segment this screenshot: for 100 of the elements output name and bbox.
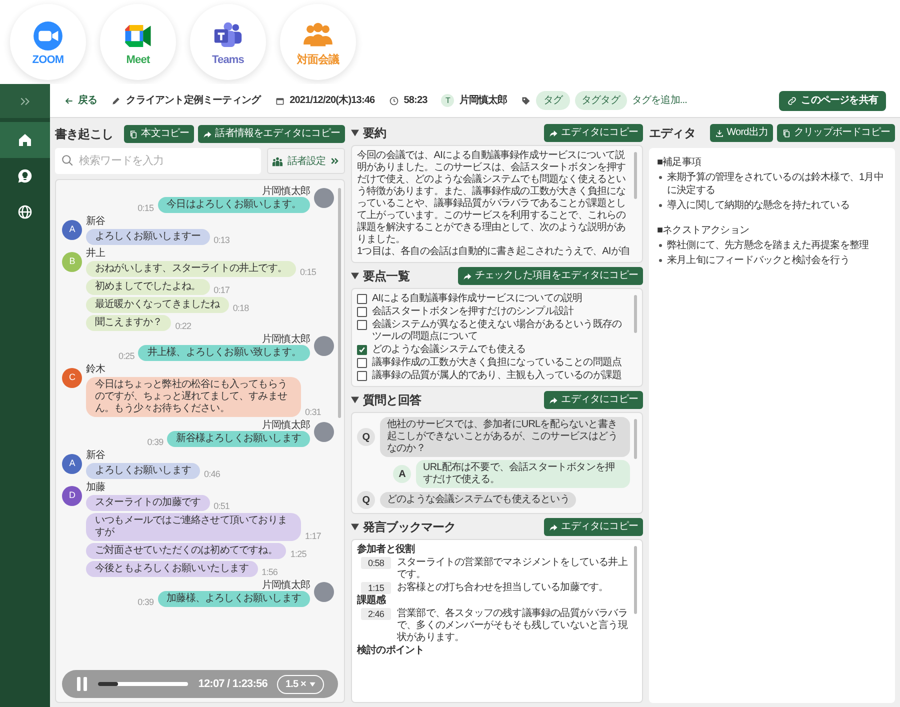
timestamp: 0:17 (214, 285, 230, 295)
search-icon (61, 154, 74, 167)
collapse-triangle-icon (351, 396, 359, 404)
message-bubble: 井上様、よろしくお願い致します。 (138, 345, 310, 361)
editor-area[interactable]: ■補足事項 来期予算の管理をされているのは鈴木様で、1月中に決定する 導入に関して納期的な懸念を持たれている ■ネクストアクション 弊社側にて、先方懸念を踏まえた再提案を整理 来月上旬にフィードバックと検討会を行う (649, 148, 895, 703)
section-toggle[interactable]: 発言ブックマーク (351, 518, 456, 536)
bullet-icon (659, 204, 662, 207)
owner-avatar: T (441, 94, 454, 107)
collapse-triangle-icon (351, 523, 359, 531)
message-bubble: 新谷様よろしくお願いします (167, 431, 310, 447)
key-point-text: 議事録の品質が属人的であり、主観も入っているのが課題 (372, 370, 622, 382)
speaker-name: 新谷 (86, 216, 106, 227)
question-bubble: 他社のサービスでは、参加者にURLを配らないと書き起こしができないことがあるが、このサービスはどうなのか？ (380, 417, 630, 457)
timestamp: 0:31 (305, 407, 321, 417)
checkbox[interactable] (357, 371, 367, 381)
copy-button[interactable]: クリップボードコピー (776, 124, 895, 142)
answer-bubble: URL配布は不要で、会話スタートボタンを押すだけで使える。 (416, 460, 630, 488)
speaker-avatar: C (62, 368, 82, 388)
tag-chip[interactable]: タグ (536, 91, 570, 110)
pause-icon (76, 677, 88, 691)
timestamp: 1:17 (305, 531, 321, 541)
copy-to-editor-button[interactable]: エディタにコピー (544, 391, 643, 409)
bullet-icon (659, 259, 662, 262)
search-field[interactable]: 検索ワードを入力 (55, 148, 261, 174)
timestamp: 0:39 (138, 597, 154, 607)
app-shortcut[interactable]: Teams (190, 4, 266, 80)
editor-bullet-text: 弊社側にて、先方懸念を踏まえた再提案を整理 (667, 239, 869, 252)
avatar (314, 582, 334, 602)
tag-input[interactable]: タグを追加... (632, 93, 716, 108)
app-label: 対面会議 (296, 54, 340, 66)
back-link[interactable]: 戻る (64, 93, 98, 108)
bookmark-text: お客様との打ち合わせを担当している加藤です。 (397, 582, 608, 594)
speaker-avatar: A (62, 454, 82, 474)
share-arrow-icon (549, 396, 558, 404)
tag-icon (521, 96, 532, 106)
video-camera-icon (31, 18, 65, 52)
avatar (314, 188, 334, 208)
caret-icon (309, 680, 316, 688)
progress-track[interactable] (98, 682, 188, 686)
speaker-name: 片岡慎太郎 (262, 186, 310, 197)
meeting-title: クライアント定例ミーティング (126, 93, 261, 108)
scrollbar-thumb[interactable] (338, 188, 341, 418)
share-button[interactable]: このページを共有 (779, 90, 886, 110)
app-label: Meet (126, 54, 150, 66)
section-toggle[interactable]: 要約 (351, 124, 386, 142)
copy-to-editor-button[interactable]: エディタにコピー (544, 518, 643, 536)
pencil-icon (111, 96, 122, 106)
copy-checked-button[interactable]: チェックした項目をエディタにコピー (458, 267, 643, 285)
bookmark-heading: 検討のポイント (357, 645, 426, 657)
copy-button[interactable]: 本文コピー (124, 125, 194, 143)
panel-title: 書き起こし (55, 126, 114, 143)
checkbox[interactable] (357, 294, 367, 304)
checkbox[interactable] (357, 358, 367, 368)
timestamp-chip[interactable]: 2:46 (361, 608, 391, 620)
timestamp: 0:15 (138, 203, 154, 213)
section-toggle[interactable]: 要点一覧 (351, 267, 410, 285)
editor-heading: ■補足事項 (657, 156, 702, 169)
message-bubble: 聞こえますか？ (86, 315, 172, 331)
tag-chip[interactable]: タグタグ (574, 91, 627, 110)
speaker-name: 片岡慎太郎 (262, 580, 310, 591)
copy-button[interactable]: 話者情報をエディタにコピー (198, 125, 345, 143)
calendar-icon (274, 96, 285, 106)
message-bubble: 今日はよろしくお願いします。 (158, 197, 310, 213)
key-point-text: AIによる自動議事録作成サービスについての説明 (372, 293, 582, 305)
speaker-settings-button[interactable]: 話者設定 (267, 148, 345, 174)
export-button[interactable]: Word出力 (710, 124, 773, 142)
collapse-triangle-icon (351, 272, 359, 280)
key-point-text: どのような会議システムでも使える (372, 344, 526, 356)
checkbox[interactable] (357, 307, 367, 317)
message-bubble: 初めましてでしたよね。 (86, 279, 210, 295)
double-chevron-icon (330, 156, 340, 166)
timestamp: 0:46 (204, 469, 220, 479)
copy-to-editor-button[interactable]: エディタにコピー (544, 124, 643, 142)
answer-marker: A (393, 465, 411, 483)
timestamp: 0:18 (232, 303, 249, 313)
avatar (314, 336, 334, 356)
message-bubble: ご対面させていただくのは初めてですね。 (86, 543, 286, 559)
editor-bullet-text: 導入に関して納期的な懸念を持たれている (667, 199, 850, 212)
sidebar-item[interactable] (0, 122, 50, 158)
timestamp-chip[interactable]: 1:15 (361, 582, 391, 594)
question-bubble: どのような会議システムでも使えるという (380, 492, 576, 508)
share-arrow-icon (549, 128, 558, 138)
meeting-duration: 58:23 (404, 94, 428, 108)
checkbox[interactable] (357, 320, 367, 330)
app-shortcut[interactable]: ZOOM (10, 4, 86, 80)
section-toggle[interactable]: 質問と回答 (351, 391, 422, 409)
speaker-name: 片岡慎太郎 (262, 420, 310, 431)
editor-bullet-text: 来期予算の管理をされているのは鈴木様で、1月中に決定する (667, 171, 884, 197)
scrollbar-thumb[interactable] (634, 419, 637, 459)
timestamp-chip[interactable]: 0:58 (361, 557, 391, 569)
clock-icon (388, 96, 399, 106)
bookmark-heading: 参加者と役割 (357, 544, 416, 556)
scrollbar-thumb[interactable] (634, 546, 637, 614)
scrollbar-thumb[interactable] (634, 152, 637, 199)
checkbox[interactable] (357, 345, 367, 355)
scrollbar-thumb[interactable] (634, 295, 637, 334)
copy-icon (129, 130, 138, 138)
pause-button[interactable] (76, 677, 88, 691)
app-label: Teams (212, 54, 244, 66)
summary-text: 今回の会議では、AIによる自動議事録作成サービスについて説明がありました。このサービスは、会話スタートボタンを押すだけで使え、どのような会議システムでも問題なく使えるという特徴があります。また、議事録作成の工数が大きく負担になっていることや、議事録品質がバラバラであることが課題として上がっています。このサービスを利用することで、これらの課題を解決することができる理由として、次のような説明がありました。 (357, 150, 627, 246)
